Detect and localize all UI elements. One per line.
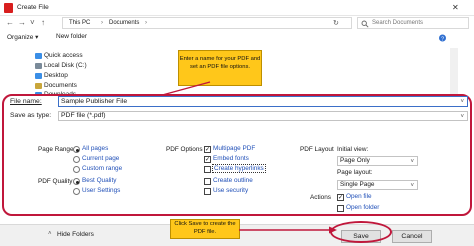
chevron-up-icon[interactable]: ˄ [48, 231, 52, 237]
file-name-label: File name: [10, 98, 42, 105]
custom-range-label[interactable]: Custom range [82, 165, 122, 172]
initial-view-value[interactable]: Page Only [340, 157, 370, 164]
organize-menu[interactable]: Organize ▾ [7, 33, 38, 41]
user-settings-label[interactable]: User Settings [82, 187, 120, 194]
create-outline-label[interactable]: Create outline [213, 177, 253, 184]
refresh-icon[interactable]: ↻ [333, 19, 339, 27]
embed-fonts-label[interactable]: Embed fonts [213, 155, 249, 162]
chevron-down-icon[interactable]: ˅ [410, 158, 414, 166]
save-as-type-select[interactable]: PDF file (*.pdf) ˅ [58, 111, 468, 121]
create-hyperlinks-checkbox[interactable] [204, 166, 211, 173]
window-title: Create File [17, 4, 49, 11]
page-layout-select[interactable]: Single Page ˅ [337, 180, 418, 190]
save-as-type-value[interactable]: PDF file (*.pdf) [61, 112, 106, 119]
page-range-label: Page Range [38, 146, 74, 153]
search-input[interactable]: Search Documents [357, 17, 469, 29]
save-highlight-ellipse [330, 221, 392, 243]
all-pages-radio[interactable] [73, 146, 80, 153]
svg-text:?: ? [441, 36, 444, 42]
command-toolbar: Organize ▾ New folder ? [0, 31, 474, 45]
back-arrow-icon[interactable]: ← [6, 18, 14, 27]
initial-view-select[interactable]: Page Only ˅ [337, 156, 418, 166]
forward-arrow-icon[interactable]: → [18, 18, 26, 27]
cancel-button[interactable]: Cancel [392, 230, 432, 243]
user-settings-radio[interactable] [73, 188, 80, 195]
hide-folders-button[interactable]: Hide Folders [57, 231, 94, 238]
pdf-layout-label: PDF Layout [300, 146, 334, 153]
custom-range-radio[interactable] [73, 166, 80, 173]
open-folder-checkbox[interactable] [337, 205, 344, 212]
breadcrumb-this-pc[interactable]: This PC [69, 20, 90, 26]
recent-locations-chevron-icon[interactable]: ˅ [30, 18, 35, 27]
pdf-quality-label: PDF Quality [38, 178, 73, 185]
page-layout-label: Page layout: [337, 169, 373, 176]
use-security-label[interactable]: Use security [213, 187, 248, 194]
file-list-scrollbar[interactable] [450, 48, 458, 94]
multipage-pdf-label[interactable]: Multipage PDF [213, 145, 255, 152]
breadcrumb-separator[interactable]: › [101, 20, 103, 26]
chevron-down-icon[interactable]: ˅ [460, 98, 464, 107]
best-quality-label[interactable]: Best Quality [82, 177, 116, 184]
up-arrow-icon[interactable]: ↑ [41, 18, 45, 27]
chevron-down-icon[interactable]: ˅ [460, 113, 464, 121]
instruction-callout-text: Enter a name for your PDF and set an PDF… [179, 56, 261, 70]
pdf-app-icon [4, 3, 13, 13]
navigation-bar: ← → ˅ ↑ This PC › Documents › ↻ Search D… [0, 16, 474, 31]
multipage-pdf-checkbox[interactable]: ✓ [204, 146, 211, 153]
sidebar-item-quick-access[interactable]: Quick access [44, 52, 83, 59]
create-hyperlinks-label[interactable]: Create hyperlinks [212, 164, 266, 173]
desktop-icon [35, 73, 42, 79]
save-as-type-label: Save as type: [10, 112, 52, 119]
open-file-label[interactable]: Open file [346, 193, 372, 200]
help-icon[interactable]: ? [438, 34, 447, 42]
actions-label: Actions [310, 194, 331, 201]
save-pointer-arrow [239, 226, 337, 234]
embed-fonts-checkbox[interactable]: ✓ [204, 156, 211, 163]
drive-icon [35, 63, 42, 69]
save-callout: Click Save to create the PDF file. [170, 219, 240, 239]
search-icon [361, 20, 369, 28]
breadcrumb-documents[interactable]: Documents [109, 20, 139, 26]
sidebar-item-desktop[interactable]: Desktop [44, 72, 68, 79]
current-page-label[interactable]: Current page [82, 155, 119, 162]
sidebar-item-documents[interactable]: Documents [44, 82, 77, 89]
file-name-value[interactable]: Sample Publisher File [61, 98, 127, 105]
sidebar-item-local-disk[interactable]: Local Disk (C:) [44, 62, 87, 69]
close-window-button[interactable]: ✕ [452, 3, 459, 12]
chevron-down-icon[interactable]: ˅ [410, 182, 414, 190]
new-folder-button[interactable]: New folder [56, 33, 87, 40]
initial-view-label: Initial view: [337, 146, 369, 153]
pdf-options-label: PDF Options [166, 146, 203, 153]
breadcrumb-separator[interactable]: › [145, 20, 147, 26]
use-security-checkbox[interactable] [204, 188, 211, 195]
current-page-radio[interactable] [73, 156, 80, 163]
create-outline-checkbox[interactable] [204, 178, 211, 185]
star-icon [35, 53, 42, 59]
save-callout-text: Click Save to create the PDF file. [174, 221, 236, 235]
search-placeholder: Search Documents [372, 20, 424, 26]
all-pages-label[interactable]: All pages [82, 145, 108, 152]
open-file-checkbox[interactable]: ✓ [337, 194, 344, 201]
documents-icon [35, 83, 42, 89]
address-bar[interactable]: This PC › Documents › ↻ [62, 17, 352, 29]
best-quality-radio[interactable] [73, 178, 80, 185]
page-layout-value[interactable]: Single Page [340, 181, 374, 188]
file-name-input[interactable]: Sample Publisher File ˅ [58, 96, 468, 107]
title-bar: Create File ✕ [0, 0, 474, 16]
open-folder-label[interactable]: Open folder [346, 204, 379, 211]
